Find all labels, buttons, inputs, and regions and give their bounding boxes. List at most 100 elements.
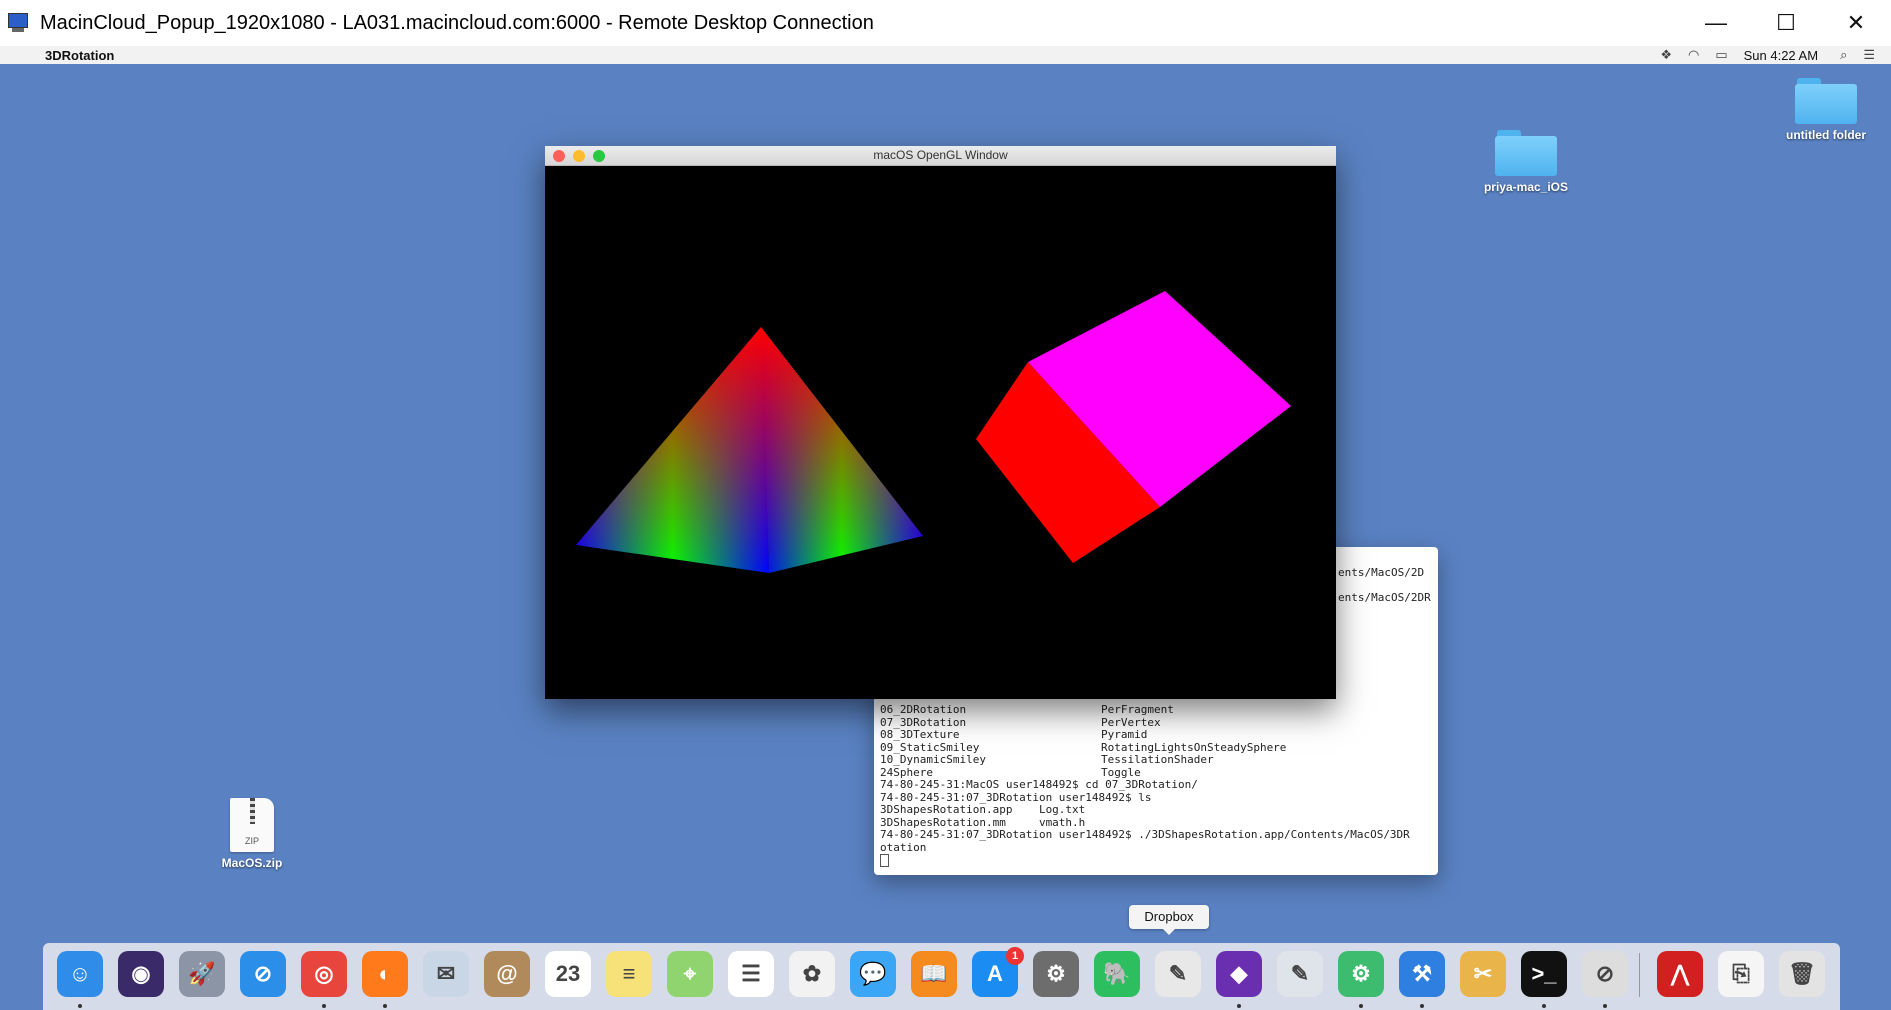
notes-glyph: ≡ (622, 961, 636, 986)
trash-glyph: 🗑 (1788, 961, 1816, 986)
zip-file-icon[interactable]: ⎘ (1718, 951, 1764, 997)
reminders-glyph: ☰ (741, 961, 761, 986)
running-indicator (78, 1004, 82, 1008)
dropbox-icon[interactable]: ❖ (1660, 47, 1672, 63)
blocked-app-glyph: ⊘ (1595, 961, 1615, 986)
minimize-icon: — (1705, 10, 1727, 35)
safari-icon[interactable]: ⊘ (240, 951, 286, 997)
terminal-line: Pyramid (1101, 728, 1148, 741)
close-icon[interactable] (553, 150, 565, 162)
cube-shape (976, 291, 1291, 563)
siri-icon[interactable]: ◉ (118, 951, 164, 997)
textedit-icon[interactable]: ✎ (1155, 951, 1201, 997)
terminal-line: 74-80-245-31:MacOS user148492$ cd 07_3DR… (880, 778, 1198, 791)
siri-glyph: ◉ (131, 961, 151, 986)
desktop-folder-untitled[interactable]: untitled folder (1776, 78, 1876, 142)
pyramid-shape (576, 327, 923, 573)
evernote-icon[interactable]: 🐘 (1094, 951, 1140, 997)
messages-icon[interactable]: 💬 (850, 951, 896, 997)
mail-glyph: ✉ (436, 961, 456, 986)
mail-icon[interactable]: ✉ (423, 951, 469, 997)
instruments-icon[interactable]: ✎ (1277, 951, 1323, 997)
terminal-line: ents/MacOS/2DR (1338, 591, 1431, 604)
terminal-line: otation (880, 840, 927, 854)
zip-file-icon: ZIP (230, 798, 274, 852)
menu-clock[interactable]: Sun 4:22 AM (1744, 48, 1818, 63)
firefox-glyph: ◐ (378, 961, 392, 986)
app-store-icon[interactable]: A1 (972, 947, 1024, 997)
desktop-item-label: untitled folder (1786, 128, 1866, 142)
blocked-app-icon[interactable]: ⊘ (1582, 951, 1628, 997)
maps-icon[interactable]: ⌖ (667, 951, 713, 997)
system-preferences-icon[interactable]: ⚙ (1033, 951, 1079, 997)
photos-icon[interactable]: ✿ (789, 951, 835, 997)
folder-icon (1495, 130, 1557, 176)
chrome-glyph: ◎ (314, 961, 334, 986)
wifi-icon[interactable]: ◠ (1688, 47, 1699, 63)
maximize-icon: ☐ (1776, 10, 1796, 35)
books-icon[interactable]: 📖 (911, 951, 957, 997)
safari-glyph: ⊘ (253, 961, 273, 986)
reminders-icon[interactable]: ☰ (728, 951, 774, 997)
calendar-icon[interactable]: 23 (545, 951, 591, 997)
terminal-line: TessilationShader (1101, 753, 1214, 766)
calendar-glyph: 23 (555, 961, 581, 986)
xcode-icon[interactable]: ⚒ (1399, 951, 1445, 997)
minimize-button[interactable]: — (1681, 0, 1751, 46)
finder-glyph: ☺ (68, 961, 92, 986)
dock-tooltip: Dropbox (1129, 905, 1209, 935)
photos-glyph: ✿ (802, 961, 822, 986)
acrobat-glyph: ⋀ (1670, 961, 1690, 986)
maximize-button[interactable]: ☐ (1751, 0, 1821, 46)
close-icon: ✕ (1846, 10, 1866, 35)
contacts-glyph: @ (496, 961, 518, 986)
notes-icon[interactable]: ≡ (606, 951, 652, 997)
visual-studio-glyph: ◆ (1230, 961, 1248, 986)
running-indicator (1359, 1004, 1363, 1008)
running-indicator (1420, 1004, 1424, 1008)
notification-center-icon[interactable]: ☰ (1863, 47, 1875, 63)
running-indicator (383, 1004, 387, 1008)
window-title: MacinCloud_Popup_1920x1080 - LA031.macin… (40, 11, 874, 34)
desktop-item-label: priya-mac_iOS (1483, 180, 1569, 194)
archive-utility-icon[interactable]: ✂ (1460, 951, 1506, 997)
android-studio-icon[interactable]: ⚙ (1338, 951, 1384, 997)
app-store-glyph: A (987, 961, 1003, 986)
airplay-icon[interactable]: ▭ (1715, 47, 1727, 63)
terminal-line: 74-80-245-31:07_3DRotation user148492$ .… (880, 828, 1410, 841)
terminal-line: 10_DynamicSmiley (880, 753, 986, 766)
desktop-folder-priya-mac-ios[interactable]: priya-mac_iOS (1476, 130, 1576, 194)
terminal-icon[interactable]: >_ (1521, 951, 1567, 997)
terminal-line: 3DShapesRotation.app Log.txt (880, 803, 1086, 816)
close-button[interactable]: ✕ (1821, 0, 1891, 46)
firefox-icon[interactable]: ◐ (362, 951, 408, 997)
dock: ☺ ◉ 🚀 ⊘ ◎ ◐ ✉ @23 ≡ ⌖ ☰ ✿ 💬 📖 A 1 ⚙ 🐘 ✎ ◆ ✎ ⚙ ⚒ ✂ >_ ⊘ ⋀ ⎘ 🗑 (43, 943, 1840, 1010)
messages-glyph: 💬 (859, 961, 887, 986)
zoom-icon[interactable] (593, 150, 605, 162)
finder-icon[interactable]: ☺ (57, 951, 103, 997)
minimize-icon[interactable] (573, 150, 585, 162)
opengl-window-titlebar[interactable]: macOS OpenGL Window (545, 146, 1336, 166)
terminal-glyph: >_ (1531, 961, 1557, 986)
app-menu-name[interactable]: 3DRotation (45, 48, 114, 63)
desktop-zip-macos[interactable]: ZIP MacOS.zip (202, 798, 302, 870)
system-preferences-glyph: ⚙ (1046, 961, 1066, 986)
archive-utility-glyph: ✂ (1473, 961, 1493, 986)
remote-desktop-icon (6, 12, 30, 34)
rdp-title-bar: MacinCloud_Popup_1920x1080 - LA031.macin… (0, 0, 1891, 46)
contacts-icon[interactable]: @ (484, 951, 530, 997)
acrobat-icon[interactable]: ⋀ (1657, 951, 1703, 997)
notification-badge: 1 (1006, 947, 1024, 965)
trash-icon[interactable]: 🗑 (1779, 951, 1825, 997)
android-studio-glyph: ⚙ (1351, 961, 1371, 986)
running-indicator (1603, 1004, 1607, 1008)
terminal-line: PerFragment (1101, 703, 1174, 716)
opengl-window[interactable]: macOS OpenGL Window (545, 146, 1336, 699)
launchpad-icon[interactable]: 🚀 (179, 951, 225, 997)
chrome-icon[interactable]: ◎ (301, 951, 347, 997)
visual-studio-icon[interactable]: ◆ (1216, 951, 1262, 997)
spotlight-icon[interactable]: ⌕ (1840, 47, 1847, 63)
terminal-cursor (880, 854, 889, 867)
evernote-glyph: 🐘 (1103, 961, 1131, 986)
terminal-line: 08_3DTexture (880, 728, 960, 741)
